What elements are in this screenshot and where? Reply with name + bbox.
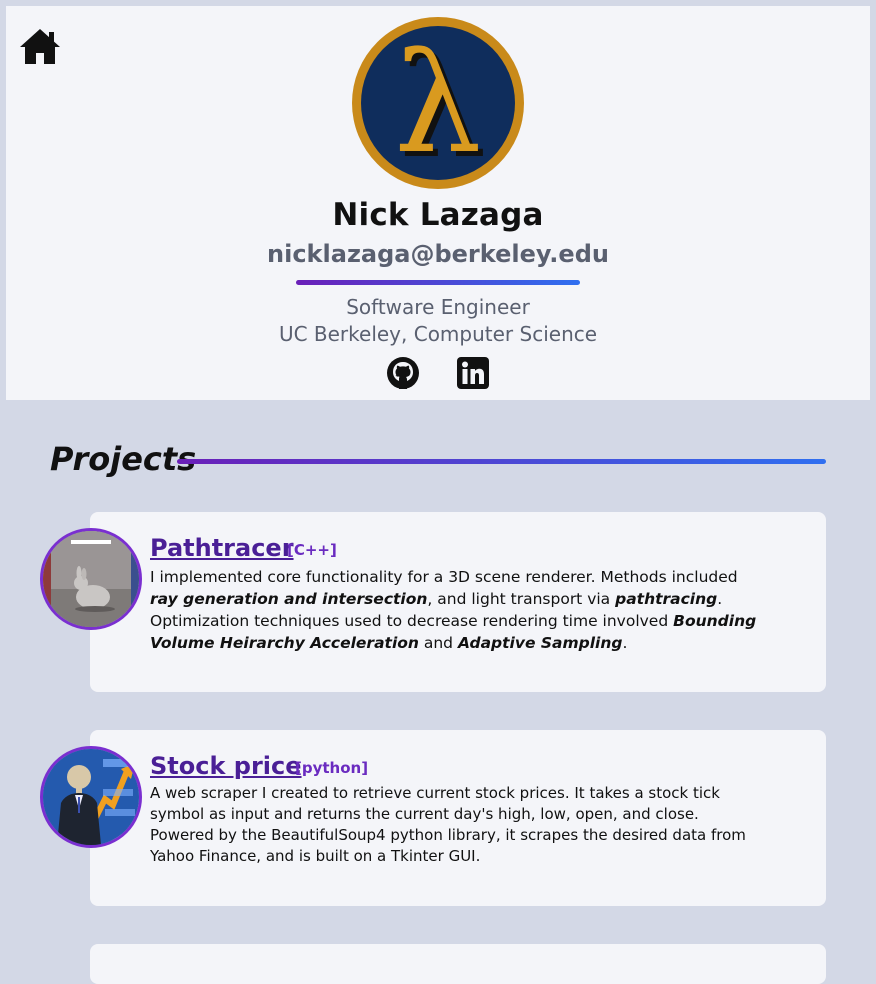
project-language-pathtracer: [C++] — [287, 541, 337, 559]
email-underline — [296, 280, 580, 285]
project-description-pathtracer: I implemented core functionality for a 3… — [150, 566, 760, 654]
description-text: . — [622, 634, 628, 652]
emphasis-text: ray generation and intersection — [150, 590, 428, 608]
description-text: , and light transport via — [427, 590, 616, 608]
bunny-render-image — [43, 531, 139, 627]
profile-name: Nick Lazaga — [332, 197, 544, 233]
project-description-stock-price: A web scraper I created to retrieve curr… — [150, 784, 746, 865]
email-link[interactable]: nicklazaga@berkeley.edu — [0, 240, 876, 268]
profile-school: UC Berkeley, Computer Science — [278, 322, 598, 346]
profile-role: Software Engineer — [346, 295, 530, 319]
github-icon[interactable] — [386, 356, 420, 390]
stock-meme-image — [43, 749, 139, 845]
projects-heading: Projects — [50, 440, 197, 478]
home-icon[interactable] — [18, 26, 62, 66]
lambda-logo: λ λ — [352, 17, 524, 189]
project-language-stock-price: [python] — [295, 759, 369, 777]
linkedin-icon[interactable] — [456, 356, 490, 390]
description-text: and — [418, 634, 458, 652]
project-card-next — [90, 944, 826, 984]
pathtracer-thumbnail[interactable] — [40, 528, 142, 630]
stock-price-thumbnail[interactable] — [40, 746, 142, 848]
description-text: I implemented core functionality for a 3… — [150, 568, 738, 586]
project-title-pathtracer[interactable]: Pathtracer — [150, 534, 294, 562]
logo-glyph: λ — [394, 23, 481, 184]
project-title-stock-price[interactable]: Stock price — [150, 752, 302, 780]
emphasis-text: Adaptive Sampling — [457, 634, 623, 652]
projects-divider — [177, 459, 826, 464]
emphasis-text: pathtracing — [615, 590, 718, 608]
